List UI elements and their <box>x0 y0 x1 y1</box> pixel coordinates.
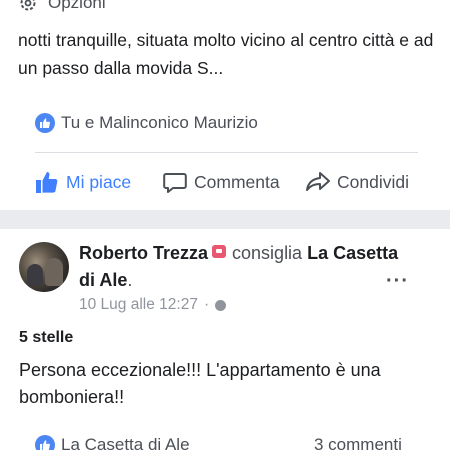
post-timestamp[interactable]: 10 Lug alle 12:27 <box>79 296 198 314</box>
reactions-summary-2[interactable]: La Casetta di Ale 3 commenti <box>35 433 425 450</box>
comment-label: Commenta <box>194 171 280 192</box>
options-button[interactable]: Opzioni <box>18 0 106 14</box>
comment-icon <box>163 173 187 193</box>
reactions-label: Tu e Malinconico Maurizio <box>61 113 258 132</box>
divider <box>35 152 418 153</box>
thumbs-up-icon <box>36 172 58 193</box>
recommend-verb: consiglia <box>232 243 303 263</box>
rating-label: 5 stelle <box>19 329 74 346</box>
post-body-text: notti tranquille, situata molto vicino a… <box>18 30 434 78</box>
like-label: Mi piace <box>66 171 132 192</box>
like-button[interactable]: Mi piace <box>34 163 131 201</box>
reactions-summary[interactable]: Tu e Malinconico Maurizio <box>35 113 258 133</box>
like-reaction-icon <box>35 113 55 133</box>
comments-count-link[interactable]: 3 commenti <box>314 435 402 450</box>
share-button[interactable]: Condividi <box>305 163 409 201</box>
review-post-card: Roberto Trezza consiglia La Casetta di Al… <box>0 229 450 450</box>
recommend-icon <box>212 245 227 258</box>
post-meta: 10 Lug alle 12:27 · <box>79 296 227 314</box>
like-reaction-icon <box>35 435 55 450</box>
gear-icon <box>20 0 36 11</box>
post-top-card: Opzioni notti tranquille, situata molto … <box>0 0 450 203</box>
globe-icon <box>215 299 227 311</box>
share-label: Condividi <box>337 171 409 192</box>
reactions-label: La Casetta di Ale <box>61 435 190 450</box>
post-actions-bar: Mi piace Commenta Condividi <box>0 163 450 201</box>
avatar[interactable] <box>19 242 69 292</box>
share-icon <box>306 172 330 191</box>
post-header: Roberto Trezza consiglia La Casetta di Al… <box>79 243 399 290</box>
options-label: Opzioni <box>48 0 106 12</box>
more-options-button[interactable]: ··· <box>386 270 409 293</box>
feed-separator <box>0 210 450 229</box>
review-text: Persona eccezionale!!! L'appartamento è … <box>19 360 381 407</box>
comment-button[interactable]: Commenta <box>162 163 280 201</box>
meta-dot: · <box>203 296 210 313</box>
author-name[interactable]: Roberto Trezza <box>79 243 208 263</box>
